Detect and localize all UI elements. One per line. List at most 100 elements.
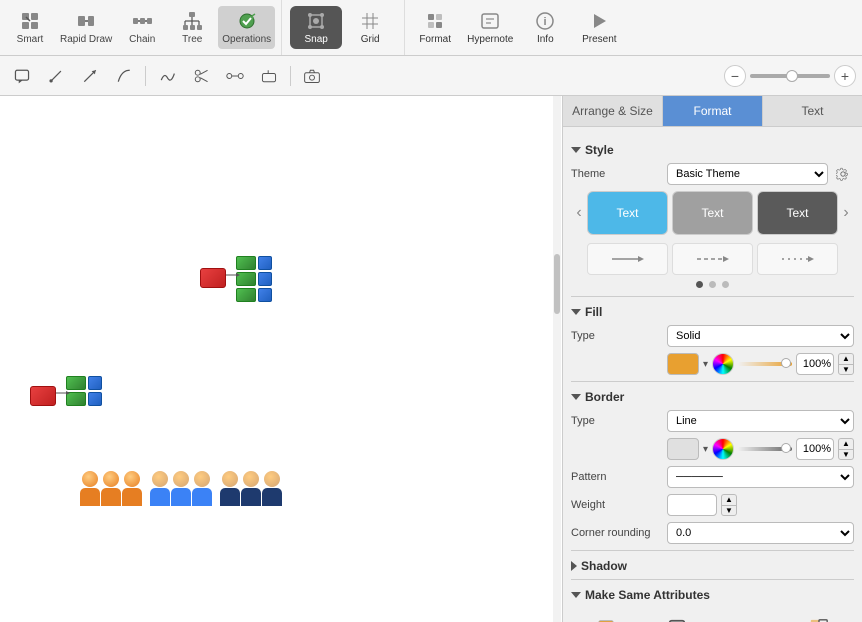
border-weight-up[interactable]: ▲ xyxy=(721,494,737,505)
swatches-container: Text Text Text xyxy=(587,191,838,235)
dot-1[interactable] xyxy=(696,281,703,288)
tool-scissors[interactable] xyxy=(185,61,217,91)
toolbar-item-tree[interactable]: Tree xyxy=(168,6,216,49)
fill-opacity-up[interactable]: ▲ xyxy=(838,353,854,364)
dot-2[interactable] xyxy=(709,281,716,288)
node-green-1[interactable] xyxy=(236,256,256,270)
swatches-prev[interactable]: ‹ xyxy=(571,204,587,222)
person-8 xyxy=(241,471,261,506)
node-blue-1[interactable] xyxy=(258,256,272,270)
scrollbar-thumb[interactable] xyxy=(554,254,560,314)
node-blue-2[interactable] xyxy=(258,272,272,286)
tool-draw[interactable] xyxy=(151,61,183,91)
node-red-2[interactable] xyxy=(30,386,56,406)
tab-format[interactable]: Format xyxy=(663,96,763,126)
corner-rounding-select[interactable]: 0.0 xyxy=(667,522,854,544)
zoom-slider[interactable] xyxy=(750,74,830,78)
corner-rounding-control: 0.0 xyxy=(667,522,854,544)
arrow-swatch-dotted[interactable] xyxy=(757,243,838,275)
border-type-row: Type Line xyxy=(571,410,854,432)
tool-curve[interactable] xyxy=(108,61,140,91)
blue-people xyxy=(150,471,212,506)
node-blue-3[interactable] xyxy=(258,288,272,302)
make-same-text-format[interactable]: A Text Format xyxy=(714,612,783,622)
person-group-all xyxy=(80,471,282,506)
tool-pen[interactable] xyxy=(40,61,72,91)
make-same-triangle[interactable] xyxy=(571,592,581,598)
canvas[interactable] xyxy=(0,96,562,622)
border-pattern-select[interactable]: ────── xyxy=(667,466,854,488)
fill-type-select[interactable]: Solid xyxy=(667,325,854,347)
border-weight-control: 1 pt ▲ ▼ xyxy=(667,494,854,516)
tab-arrange-size[interactable]: Arrange & Size xyxy=(563,96,663,126)
toolbar-item-present[interactable]: Present xyxy=(573,6,625,49)
dot-3[interactable] xyxy=(722,281,729,288)
node-green-4[interactable] xyxy=(66,376,86,390)
grid-button[interactable]: Grid xyxy=(344,6,396,49)
node-green-3[interactable] xyxy=(236,288,256,302)
swatches-next[interactable]: › xyxy=(838,204,854,222)
border-color-wheel[interactable] xyxy=(712,438,734,460)
toolbar-item-hypernote[interactable]: Hypernote xyxy=(463,6,517,49)
arrow-swatch-dashed[interactable] xyxy=(672,243,753,275)
border-opacity-input[interactable] xyxy=(796,438,834,460)
toolbar-item-info[interactable]: i Info xyxy=(519,6,571,49)
swatch-dark[interactable]: Text xyxy=(757,191,838,235)
fill-color-dropdown[interactable]: ▾ xyxy=(703,359,708,370)
fill-opacity-down[interactable]: ▼ xyxy=(838,364,854,375)
fill-color-swatch[interactable] xyxy=(667,353,699,375)
fill-opacity-input[interactable] xyxy=(796,353,834,375)
theme-select[interactable]: Basic Theme xyxy=(667,163,828,185)
toolbar-item-chain[interactable]: Chain xyxy=(118,6,166,49)
theme-gear-button[interactable] xyxy=(832,163,854,185)
person-4 xyxy=(150,471,170,506)
border-weight-stepper[interactable]: ▲ ▼ xyxy=(721,494,737,516)
tool-connect[interactable] xyxy=(219,61,251,91)
border-weight-down[interactable]: ▼ xyxy=(721,505,737,516)
border-collapse-triangle[interactable] xyxy=(571,394,581,400)
swatch-gray[interactable]: Text xyxy=(672,191,753,235)
person-2 xyxy=(101,471,121,506)
node-red-1[interactable] xyxy=(200,268,226,288)
border-weight-input[interactable]: 1 pt xyxy=(667,494,717,516)
node-blue-5[interactable] xyxy=(88,392,102,406)
tool-arrow[interactable] xyxy=(74,61,106,91)
toolbar-second: − + xyxy=(0,56,862,96)
make-same-border[interactable]: Border xyxy=(642,612,711,622)
tool-erase[interactable] xyxy=(253,61,285,91)
dark-blue-people xyxy=(220,471,282,506)
zoom-in-button[interactable]: + xyxy=(834,65,856,87)
border-color-swatch[interactable] xyxy=(667,438,699,460)
make-same-fill[interactable]: Fill xyxy=(571,612,640,622)
vertical-scrollbar[interactable] xyxy=(553,96,561,622)
shadow-collapse-triangle[interactable] xyxy=(571,561,577,571)
toolbar-item-smart[interactable]: Smart xyxy=(6,6,54,49)
tool-comment[interactable] xyxy=(6,61,38,91)
tab-text[interactable]: Text xyxy=(763,96,862,126)
arrow-swatch-solid[interactable] xyxy=(587,243,668,275)
toolbar-item-format[interactable]: Format xyxy=(409,6,461,49)
fill-color-wheel[interactable] xyxy=(712,353,734,375)
border-opacity-slider[interactable] xyxy=(738,447,792,451)
toolbar-item-rapid-draw[interactable]: Rapid Draw xyxy=(56,6,116,49)
zoom-out-button[interactable]: − xyxy=(724,65,746,87)
node-blue-4[interactable] xyxy=(88,376,102,390)
make-same-all[interactable]: All xyxy=(785,612,854,622)
border-type-label: Type xyxy=(571,415,661,427)
divider-1 xyxy=(571,296,854,297)
swatch-blue[interactable]: Text xyxy=(587,191,668,235)
style-collapse-triangle[interactable] xyxy=(571,147,581,153)
grid-label: Grid xyxy=(361,34,380,45)
border-color-dropdown[interactable]: ▾ xyxy=(703,444,708,455)
border-type-select[interactable]: Line xyxy=(667,410,854,432)
border-opacity-up[interactable]: ▲ xyxy=(838,438,854,449)
arrow-swatches xyxy=(571,243,854,275)
tool-camera[interactable] xyxy=(296,61,328,91)
border-opacity-down[interactable]: ▼ xyxy=(838,449,854,460)
toolbar-item-operations[interactable]: Operations xyxy=(218,6,275,49)
fill-collapse-triangle[interactable] xyxy=(571,309,581,315)
fill-opacity-slider[interactable] xyxy=(738,362,792,366)
snap-button[interactable]: Snap xyxy=(290,6,342,49)
border-opacity-stepper[interactable]: ▲ ▼ xyxy=(838,438,854,460)
fill-opacity-stepper[interactable]: ▲ ▼ xyxy=(838,353,854,375)
